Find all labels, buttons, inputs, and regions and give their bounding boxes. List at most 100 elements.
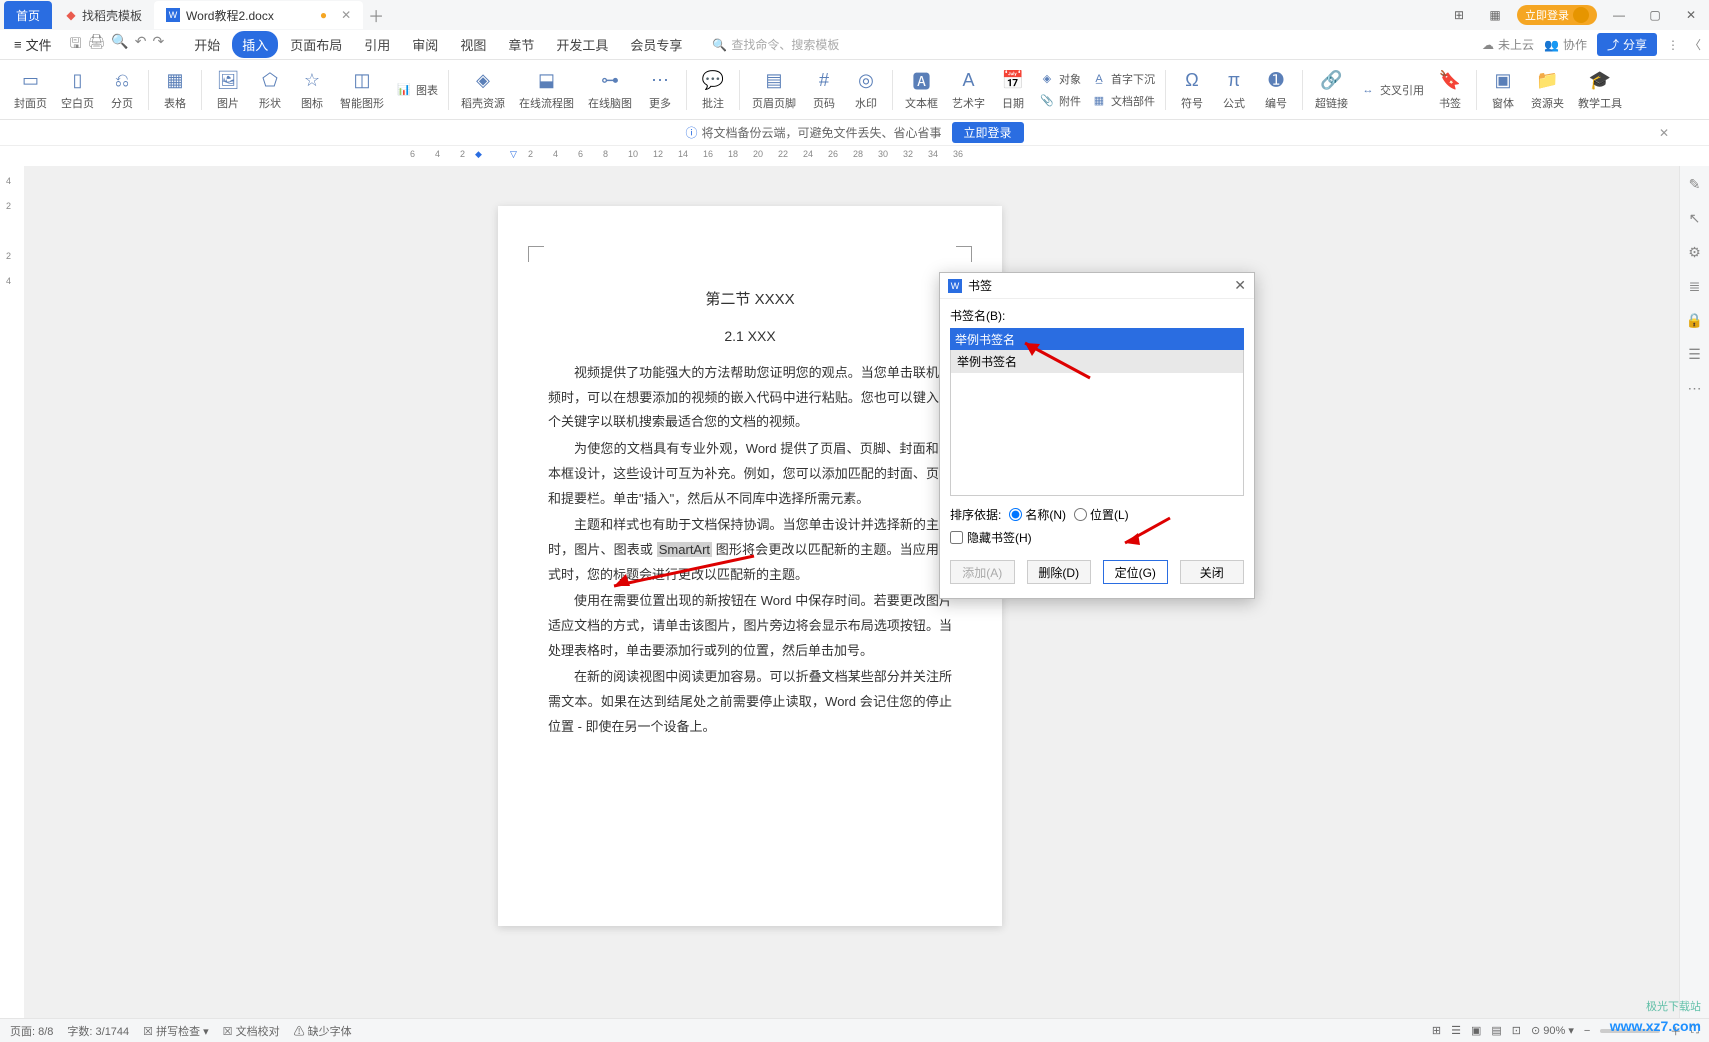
tab-vip[interactable]: 会员专享 [620,31,692,58]
command-search[interactable]: 🔍 查找命令、搜索模板 [712,36,839,53]
more-button[interactable]: ⋯更多 [640,67,680,113]
tab-devtools[interactable]: 开发工具 [546,31,618,58]
tab-review[interactable]: 审阅 [402,31,448,58]
view-page-icon[interactable]: ⊞ [1432,1024,1441,1037]
object-button[interactable]: ◈对象 [1035,69,1085,89]
icon-button[interactable]: ☆图标 [292,67,332,113]
layers-icon[interactable]: ≣ [1685,276,1705,296]
word-count[interactable]: 字数: 3/1744 [67,1023,129,1039]
close-icon[interactable]: ✕ [1677,3,1705,27]
ruler-horizontal[interactable]: 6 4 2 ◆ ▽ 2 4 6 8 10 12 14 16 18 20 22 2… [0,146,1709,166]
chart-button[interactable]: 📊图表 [392,80,442,100]
goto-button[interactable]: 定位(G) [1103,560,1168,584]
apps-icon[interactable]: ▦ [1481,3,1509,27]
settings-icon[interactable]: ⚙ [1685,242,1705,262]
table-button[interactable]: ▦表格 [155,67,195,113]
print-icon[interactable]: 🖨 [88,33,106,57]
tab-template[interactable]: ◆ 找稻壳模板 [52,1,154,29]
blank-page-button[interactable]: ▯空白页 [55,67,100,113]
tab-document[interactable]: W Word教程2.docx ● ✕ [154,1,363,29]
missing-font[interactable]: ⚠ 缺少字体 [294,1023,352,1039]
bookmark-list-item[interactable]: 举例书签名 [951,350,1243,373]
wordart-button[interactable]: A艺术字 [946,67,991,113]
crossref-button[interactable]: ↔交叉引用 [1356,80,1428,100]
delete-button[interactable]: 删除(D) [1027,560,1092,584]
view-web-icon[interactable]: ▣ [1471,1024,1481,1037]
add-button[interactable]: 添加(A) [950,560,1015,584]
undo-icon[interactable]: ↶ [135,33,147,57]
tab-pagelayout[interactable]: 页面布局 [280,31,352,58]
tab-reference[interactable]: 引用 [354,31,400,58]
help-icon[interactable]: ☰ [1685,344,1705,364]
tab-new-icon[interactable]: ＋ [363,3,389,27]
shapes-button[interactable]: ⬠形状 [250,67,290,113]
banner-login-button[interactable]: 立即登录 [952,122,1024,143]
document-canvas[interactable]: 第二节 XXXX 2.1 XXX 视频提供了功能强大的方法帮助您证明您的观点。当… [24,166,1679,1032]
cover-page-button[interactable]: ▭封面页 [8,67,53,113]
bookmark-list[interactable]: 举例书签名 [950,350,1244,496]
resource-folder-button[interactable]: 📁资源夹 [1525,67,1570,113]
sort-by-position-radio[interactable]: 位置(L) [1074,506,1129,523]
textbox-button[interactable]: 🅰文本框 [899,67,944,113]
tab-insert[interactable]: 插入 [232,31,278,58]
pencil-icon[interactable]: ✎ [1685,174,1705,194]
redo-icon[interactable]: ↷ [153,33,165,57]
bookmark-button[interactable]: 🔖书签 [1430,67,1470,113]
tab-section[interactable]: 章节 [498,31,544,58]
tab-marker-icon[interactable]: ▽ [510,149,517,160]
date-button[interactable]: 📅日期 [993,67,1033,113]
hyperlink-button[interactable]: 🔗超链接 [1309,67,1354,113]
tab-start[interactable]: 开始 [184,31,230,58]
bookmark-name-input[interactable] [950,328,1244,350]
template-resource-button[interactable]: ◈稻壳资源 [455,67,511,113]
collab-button[interactable]: 👥 协作 [1544,36,1587,53]
smartart-button[interactable]: ◫智能图形 [334,67,390,113]
tab-close-icon[interactable]: ✕ [341,8,351,22]
tab-view[interactable]: 视图 [450,31,496,58]
sort-by-name-radio[interactable]: 名称(N) [1009,506,1066,523]
pointer-icon[interactable]: ↖ [1685,208,1705,228]
tab-home[interactable]: 首页 [4,1,52,29]
file-menu[interactable]: ≡ 文件 [8,35,58,54]
cloud-status[interactable]: ☁ 未上云 [1482,36,1534,53]
watermark-button[interactable]: ◎水印 [846,67,886,113]
banner-close-icon[interactable]: ✕ [1659,126,1669,140]
teachtool-button[interactable]: 🎓教学工具 [1572,67,1628,113]
pane-button[interactable]: ▣窗体 [1483,67,1523,113]
numbering-button[interactable]: ➊编号 [1256,67,1296,113]
login-button[interactable]: 立即登录 [1517,5,1597,25]
lock-icon[interactable]: 🔒 [1685,310,1705,330]
comment-button[interactable]: 💬批注 [693,67,733,113]
more-tools-icon[interactable]: ⋯ [1685,378,1705,398]
dialog-close-icon[interactable]: ✕ [1234,277,1246,294]
dialog-titlebar[interactable]: W 书签 ✕ [940,273,1254,299]
symbol-button[interactable]: Ω符号 [1172,67,1212,113]
ruler-vertical[interactable]: 4 2 2 4 [0,166,24,1032]
document-proof[interactable]: ☒ 文档校对 [223,1023,280,1039]
share-button[interactable]: ⤴ 分享 [1597,33,1657,56]
hide-bookmarks-checkbox[interactable]: 隐藏书签(H) [950,529,1244,546]
save-icon[interactable]: 🖫 [70,33,82,57]
picture-button[interactable]: 🖼图片 [208,67,248,113]
zoom-slider[interactable]: ⊙ 90% ▾ [1531,1024,1574,1037]
header-footer-button[interactable]: ▤页眉页脚 [746,67,802,113]
view-print-icon[interactable]: ▤ [1491,1024,1501,1037]
spell-check[interactable]: ☒ 拼写检查 ▾ [143,1023,209,1039]
close-button[interactable]: 关闭 [1180,560,1245,584]
page-number-button[interactable]: #页码 [804,67,844,113]
page-break-button[interactable]: ⎌分页 [102,67,142,113]
initial-button[interactable]: A̲首字下沉 [1087,69,1159,89]
view-outline-icon[interactable]: ☰ [1451,1024,1461,1037]
formula-button[interactable]: π公式 [1214,67,1254,113]
page-indicator[interactable]: 页面: 8/8 [10,1023,53,1039]
zoom-out-icon[interactable]: − [1584,1025,1590,1037]
fit-icon[interactable]: ⊡ [1512,1024,1521,1037]
collapse-ribbon-icon[interactable]: 〈 [1689,36,1701,53]
more-menu-icon[interactable]: ⋮ [1667,38,1679,52]
minimize-icon[interactable]: — [1605,3,1633,27]
indent-marker-icon[interactable]: ◆ [475,149,482,160]
preview-icon[interactable]: 🔍 [111,33,128,57]
attachment-button[interactable]: 📎附件 [1035,91,1085,111]
maximize-icon[interactable]: ▢ [1641,3,1669,27]
docfield-button[interactable]: ▦文档部件 [1087,91,1159,111]
